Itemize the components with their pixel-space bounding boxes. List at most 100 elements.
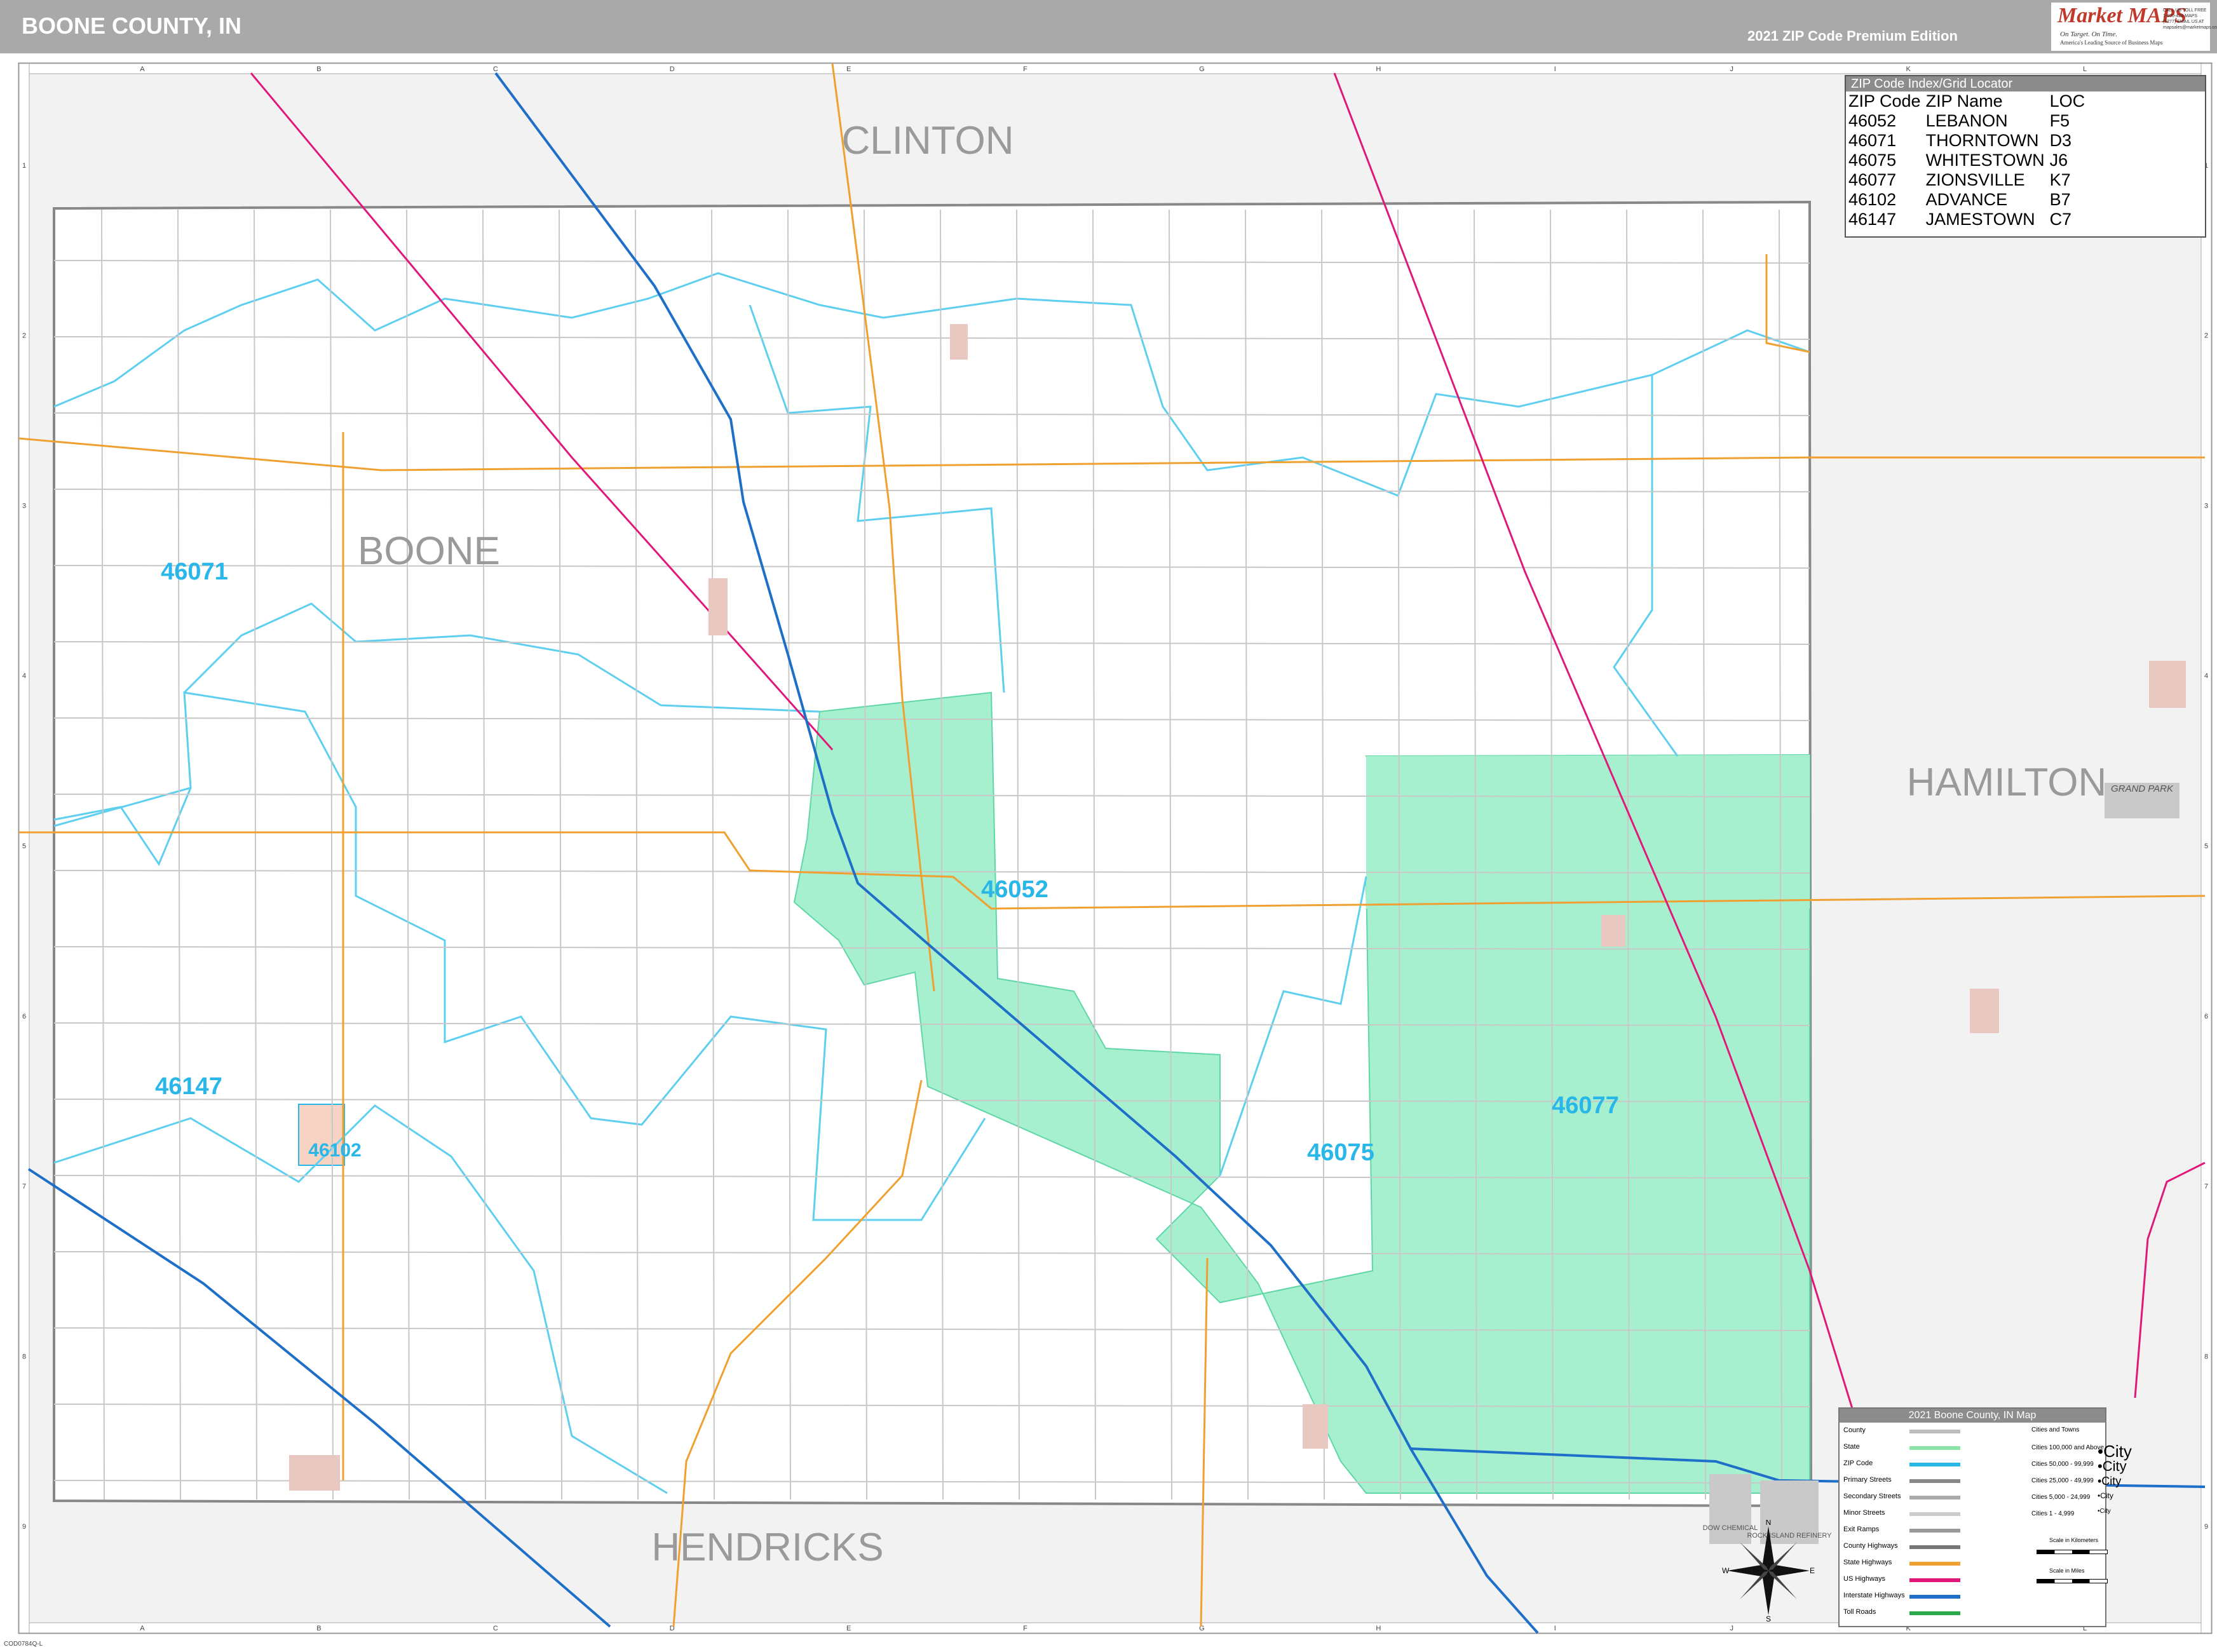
legend-swatch <box>1909 1562 1960 1566</box>
zip-cell: 46102 <box>1848 190 1897 209</box>
grid-row-label: 9 <box>22 1523 26 1531</box>
legend-city-sample: •City <box>2098 1458 2127 1474</box>
loc-cell: D3 <box>2049 131 2072 150</box>
legend-item-label: State <box>1843 1443 1860 1451</box>
grand-park-label: GRAND PARK <box>2111 783 2174 794</box>
legend-item-label: Toll Roads <box>1843 1608 1876 1616</box>
grid-col-label: H <box>1376 1625 1381 1632</box>
legend-item-label: US Highways <box>1843 1575 1886 1583</box>
town-area-hamilton <box>1970 989 1999 1033</box>
legend-item-label: County <box>1843 1426 1866 1434</box>
loc-cell: C7 <box>2049 210 2072 229</box>
name-cell: LEBANON <box>1925 111 2008 130</box>
county-label-hamilton: HAMILTON <box>1907 761 2107 804</box>
county-label-boone: BOONE <box>358 529 500 573</box>
legend-swatch <box>1909 1611 1960 1615</box>
grid-row-label: 3 <box>22 502 26 510</box>
grid-row-label: 8 <box>2204 1353 2208 1360</box>
grid-col-label: F <box>1023 1625 1027 1632</box>
grid-row-label: 8 <box>22 1353 26 1360</box>
grid-col-label: D <box>670 65 675 73</box>
name-cell: THORNTOWN <box>1925 131 2039 150</box>
zip-index-table: ZIP Code ZIP Name LOC 46052 LEBANON F5 4… <box>1848 91 2090 229</box>
grid-col-label: A <box>140 65 145 73</box>
compass-rose-icon: N S W E <box>1722 1520 1815 1622</box>
grid-row-label: 7 <box>22 1183 26 1191</box>
town-area-golf <box>1601 915 1625 947</box>
loc-cell: B7 <box>2049 190 2071 209</box>
zip-label-46071: 46071 <box>161 559 228 585</box>
legend-title: 2021 Boone County, IN Map <box>1840 1409 2105 1423</box>
zip-cell: 46071 <box>1848 131 1897 150</box>
loc-cell: F5 <box>2049 111 2070 130</box>
legend-item-label: Interstate Highways <box>1843 1592 1905 1599</box>
legend-swatch <box>1909 1529 1960 1533</box>
legend-item-label: Secondary Streets <box>1843 1493 1901 1500</box>
town-area-jamestown <box>289 1455 340 1491</box>
town-area-golf-club <box>950 324 968 360</box>
legend-item-label: Minor Streets <box>1843 1509 1885 1517</box>
grid-row-label: 5 <box>22 843 26 850</box>
legend-swatch <box>1909 1578 1960 1582</box>
legend-city-label: Cities 1 - 4,999 <box>2031 1510 2075 1517</box>
table-row: 46147 JAMESTOWN C7 <box>1848 210 2090 229</box>
legend-swatch <box>1909 1512 1960 1516</box>
loc-cell: J6 <box>2049 151 2068 170</box>
town-area-golf-south <box>1303 1404 1328 1449</box>
town-area-hamilton-north <box>2149 661 2186 708</box>
grid-row-label: 6 <box>2204 1013 2208 1020</box>
grid-row-label: 4 <box>2204 672 2208 680</box>
compass-w: W <box>1722 1566 1730 1575</box>
grid-row-label: 5 <box>2204 843 2208 850</box>
grid-col-label: G <box>1199 65 1205 73</box>
legend-swatch <box>1909 1479 1960 1483</box>
name-cell: ADVANCE <box>1925 190 2008 209</box>
table-row: 46077 ZIONSVILLE K7 <box>1848 170 2090 190</box>
grid-col-label: B <box>316 1625 321 1632</box>
grid-row-label: 2 <box>2204 332 2208 340</box>
zip-index-title: ZIP Code Index/Grid Locator <box>1846 76 2205 91</box>
table-row: 46052 LEBANON F5 <box>1848 111 2090 131</box>
grid-row-label: 1 <box>22 162 26 170</box>
scale-km-label: Scale in Kilometers <box>2049 1537 2099 1543</box>
grid-col-label: K <box>1906 65 1911 73</box>
map-legend: 2021 Boone County, IN Map County State ZIP… <box>1838 1407 2132 1627</box>
table-row: 46075 WHITESTOWN J6 <box>1848 151 2090 170</box>
legend-swatch <box>1909 1595 1960 1599</box>
grid-row-label: 6 <box>22 1013 26 1020</box>
county-label-hendricks: HENDRICKS <box>651 1526 883 1569</box>
county-map[interactable]: AABBCCDDEEFFGGHHIIJJKKLL1 12 23 34 45 56 67 78 8… <box>0 0 2217 1652</box>
legend-item-label: Primary Streets <box>1843 1476 1892 1484</box>
grid-row-label: 3 <box>2204 502 2208 510</box>
grid-col-label: I <box>1554 65 1556 73</box>
legend-city-label: Cities 25,000 - 49,999 <box>2031 1477 2094 1484</box>
zip-shaded-region-46077-north <box>1366 755 1810 909</box>
grid-band-top <box>18 63 2212 74</box>
legend-item-label: ZIP Code <box>1843 1459 1873 1467</box>
name-cell: WHITESTOWN <box>1925 151 2045 170</box>
scale-mi-bar <box>2037 1579 2108 1583</box>
legend-city-sample: •City <box>2098 1491 2113 1500</box>
name-cell: JAMESTOWN <box>1925 210 2035 229</box>
legend-city-label: Cities 100,000 and Above <box>2031 1444 2104 1451</box>
table-header-row: ZIP Code ZIP Name LOC <box>1848 91 2090 111</box>
col-header-name: ZIP Name <box>1925 91 2003 111</box>
grid-col-label: C <box>493 65 498 73</box>
grid-col-label: E <box>846 1625 851 1632</box>
zip-label-46052: 46052 <box>981 876 1048 903</box>
scale-km-bar <box>2037 1550 2108 1554</box>
legend-swatch <box>1909 1463 1960 1466</box>
legend-item-label: State Highways <box>1843 1559 1892 1566</box>
grid-col-label: J <box>1730 65 1733 73</box>
legend-swatch <box>1909 1496 1960 1500</box>
zip-label-46077: 46077 <box>1552 1092 1619 1119</box>
col-header-zip: ZIP Code <box>1848 91 1921 111</box>
grid-col-label: L <box>2083 65 2087 73</box>
zip-cell: 46075 <box>1848 151 1897 170</box>
compass-s: S <box>1766 1615 1771 1622</box>
grid-col-label: J <box>1730 1625 1733 1632</box>
zip-label-46147: 46147 <box>155 1073 222 1100</box>
grid-col-label: I <box>1554 1625 1556 1632</box>
zip-label-46102: 46102 <box>308 1140 361 1161</box>
zip-cell: 46077 <box>1848 170 1897 189</box>
